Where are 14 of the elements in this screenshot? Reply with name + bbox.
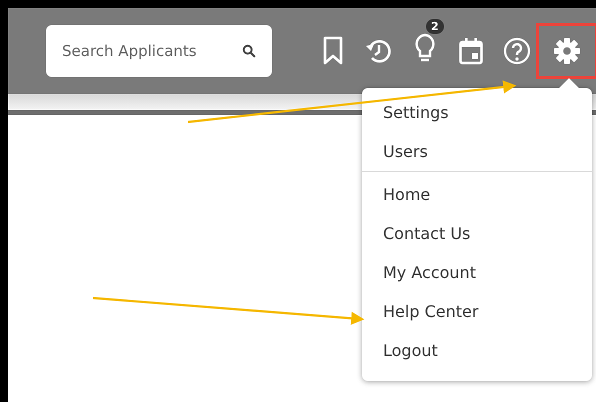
notification-badge: 2 xyxy=(426,19,444,34)
menu-item[interactable]: Help Center xyxy=(362,297,592,336)
menu-item[interactable]: My Account xyxy=(362,258,592,297)
menu-item[interactable]: Users xyxy=(362,137,592,176)
bookmark-icon[interactable] xyxy=(322,36,344,66)
menu-item[interactable]: Logout xyxy=(362,336,592,375)
menu-item[interactable]: Settings xyxy=(362,98,592,137)
calendar-icon[interactable] xyxy=(458,36,484,66)
help-icon[interactable] xyxy=(503,37,531,65)
settings-icon[interactable] xyxy=(552,36,582,66)
menu-item[interactable]: Home xyxy=(362,180,592,219)
search-icon xyxy=(242,44,256,58)
menu-item[interactable]: Contact Us xyxy=(362,219,592,258)
search-field[interactable]: Search Applicants xyxy=(46,25,272,77)
